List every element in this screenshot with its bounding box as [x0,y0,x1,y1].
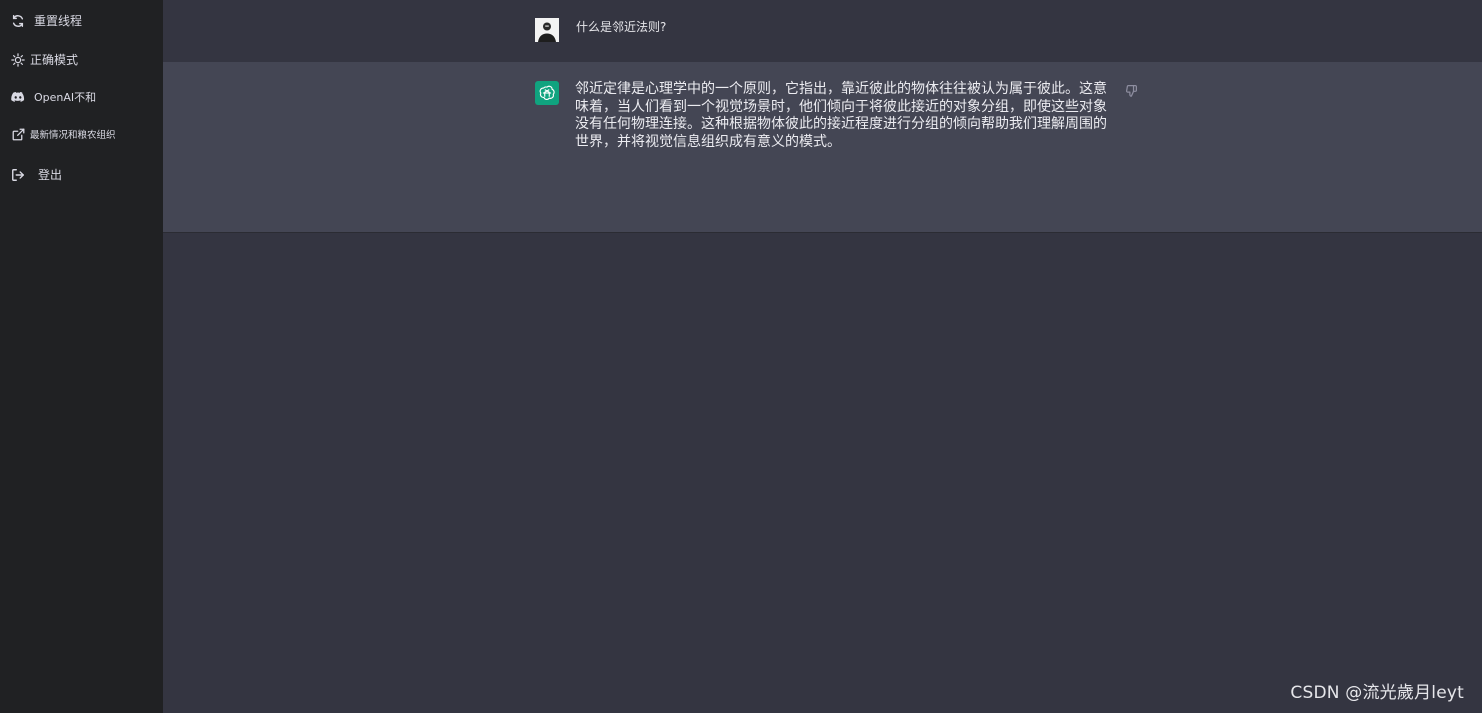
sidebar-item-label: 登出 [38,168,63,182]
sidebar: 重置线程 正确模式 OpenAI不和 最新情况和粮农组织 登出 [0,0,163,713]
watermark: CSDN @流光歲月leyt [1290,683,1464,703]
refresh-icon [10,13,26,29]
sidebar-item-reset-thread[interactable]: 重置线程 [10,12,82,29]
user-message-text: 什么是邻近法则? [576,20,667,34]
logout-icon [10,167,26,183]
external-link-icon [10,126,26,142]
assistant-message-row: 邻近定律是心理学中的一个原则，它指出，靠近彼此的物体往往被认为属于彼此。这意味着… [163,62,1482,233]
openai-logo-icon [535,81,559,105]
user-message-row: 什么是邻近法则? [163,0,1482,63]
chat-app: 重置线程 正确模式 OpenAI不和 最新情况和粮农组织 登出 什么是邻近法则?… [0,0,1482,713]
sidebar-item-label: OpenAI不和 [34,91,97,104]
sidebar-item-openai-discord[interactable]: OpenAI不和 [10,89,96,105]
discord-icon [10,89,26,105]
sidebar-item-updates-faq[interactable]: 最新情况和粮农组织 [10,126,116,142]
sidebar-item-logout[interactable]: 登出 [10,166,62,183]
sidebar-item-light-mode[interactable]: 正确模式 [10,51,78,68]
thumbs-down-icon[interactable] [1125,82,1139,97]
sidebar-item-label: 重置线程 [34,14,83,28]
sidebar-item-label: 最新情况和粮农组织 [30,130,116,141]
assistant-message-text: 邻近定律是心理学中的一个原则，它指出，靠近彼此的物体往往被认为属于彼此。这意味着… [575,81,1107,150]
sidebar-item-label: 正确模式 [30,53,79,67]
user-avatar [535,18,559,42]
sun-icon [10,52,26,68]
chat-main: 什么是邻近法则? 邻近定律是心理学中的一个原则，它指出，靠近彼此的物体往往被认为… [163,0,1482,713]
